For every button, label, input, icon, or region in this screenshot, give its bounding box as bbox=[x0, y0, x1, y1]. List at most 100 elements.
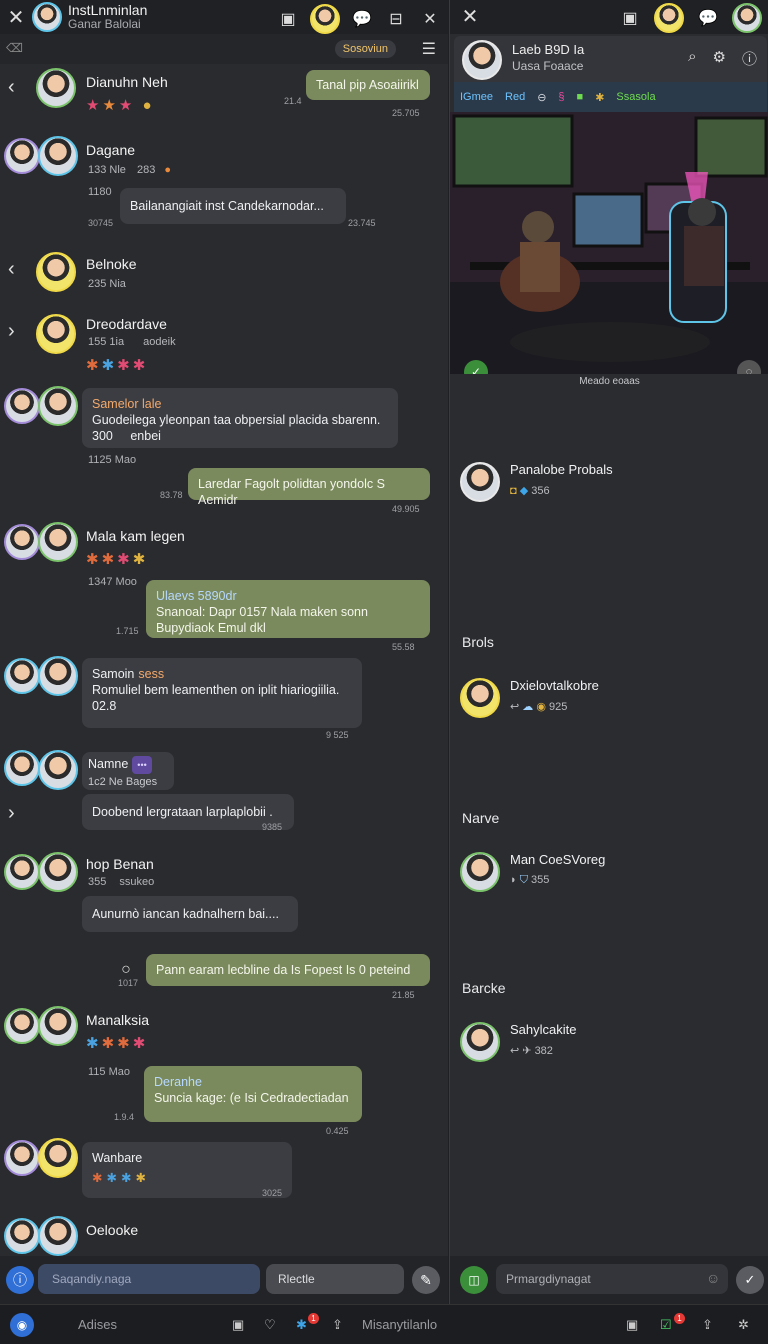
tab-circle-icon[interactable]: ⊖ bbox=[537, 91, 546, 104]
avatar[interactable] bbox=[4, 524, 40, 560]
contact-name[interactable]: Dxielovtalkobre bbox=[510, 678, 599, 693]
close-icon[interactable]: ✕ bbox=[0, 1, 32, 33]
settings-icon[interactable]: ⚙ bbox=[713, 48, 726, 69]
message-bubble[interactable]: Samelor lale Guodeilega yleonpan taa obp… bbox=[82, 388, 398, 448]
profile-avatar[interactable] bbox=[462, 40, 502, 80]
info-icon[interactable]: ⓘ bbox=[742, 48, 757, 69]
avatar[interactable] bbox=[38, 1138, 78, 1178]
hamburger-menu-icon[interactable]: ☰ bbox=[422, 39, 436, 59]
checkbox-icon[interactable]: ☑ bbox=[660, 1317, 672, 1333]
message-bubble-outgoing[interactable]: Pann earam lecbline da Is Fopest Is 0 pe… bbox=[146, 954, 430, 986]
settings-icon[interactable]: ✲ bbox=[738, 1317, 749, 1333]
avatar[interactable] bbox=[460, 852, 500, 892]
name-bubble[interactable]: Namne ••• 1c2 Ne Bages bbox=[82, 752, 174, 790]
gallery-icon[interactable]: ▣ bbox=[232, 1317, 244, 1333]
bubble-counts: 02.8 bbox=[92, 699, 117, 713]
avatar[interactable] bbox=[4, 1008, 40, 1044]
attach-icon[interactable]: ⓘ bbox=[6, 1266, 34, 1294]
close-icon[interactable]: ✕ bbox=[454, 0, 486, 32]
attach-icon[interactable]: ◫ bbox=[460, 1266, 488, 1294]
message-bubble-outgoing[interactable]: Deranhe Suncia kage: (e Isi Cedradectiad… bbox=[144, 1066, 362, 1122]
avatar[interactable] bbox=[36, 314, 76, 354]
message-bubble[interactable]: Samoin sess Romuliel bem leamenthen on ip… bbox=[82, 658, 362, 728]
message-bubble[interactable]: Wanbare ✱✱✱✱ bbox=[82, 1142, 292, 1198]
close-window-icon[interactable]: ✕ bbox=[418, 7, 442, 31]
chevron-right-icon[interactable]: › bbox=[8, 802, 15, 825]
tab-ssasola[interactable]: Ssasola bbox=[616, 91, 655, 103]
message-bubble-outgoing[interactable]: Laredar Fagolt polidtan yondolc S Aemidr bbox=[188, 468, 430, 507]
back-arrow-icon[interactable]: ⌫ bbox=[6, 41, 23, 55]
avatar[interactable] bbox=[38, 750, 78, 790]
message-bubble-outgoing[interactable]: Tanal pip Asoaiirikl bbox=[306, 70, 430, 100]
avatar[interactable] bbox=[38, 386, 78, 426]
participant-avatar[interactable] bbox=[732, 3, 762, 33]
time-stamp: 1.715 bbox=[116, 626, 139, 636]
avatar[interactable] bbox=[36, 68, 76, 108]
contact-name[interactable]: Panalobe Probals bbox=[510, 462, 613, 477]
avatar[interactable] bbox=[36, 252, 76, 292]
send-icon[interactable]: ✓ bbox=[736, 1266, 764, 1294]
reply-button[interactable]: Rlectle bbox=[266, 1264, 404, 1294]
avatar[interactable] bbox=[460, 1022, 500, 1062]
avatar[interactable] bbox=[4, 1140, 40, 1176]
notification-badge: 1 bbox=[308, 1313, 319, 1324]
meta-count: 355 bbox=[531, 874, 550, 886]
avatar[interactable] bbox=[4, 658, 40, 694]
chat-bubble-icon[interactable]: 💬 bbox=[350, 7, 374, 31]
gallery-icon[interactable]: ▣ bbox=[626, 1317, 638, 1333]
chat-avatar[interactable] bbox=[32, 2, 62, 32]
emoji-icon[interactable]: ☺ bbox=[706, 1270, 720, 1286]
chat-bubble-icon[interactable]: 💬 bbox=[696, 6, 720, 30]
share-icon[interactable]: ⇪ bbox=[702, 1317, 713, 1333]
screen-share-icon[interactable]: ▣ bbox=[618, 6, 642, 30]
avatar[interactable] bbox=[4, 138, 40, 174]
name-tag: sess bbox=[138, 667, 165, 681]
tab-green-icon[interactable]: ■ bbox=[577, 91, 584, 103]
tab-games[interactable]: IGmee bbox=[460, 91, 493, 103]
avatar[interactable] bbox=[38, 1006, 78, 1046]
avatar[interactable] bbox=[38, 852, 78, 892]
share-icon[interactable]: ⇪ bbox=[332, 1317, 343, 1333]
avatar[interactable] bbox=[4, 1218, 40, 1254]
chevron-left-icon[interactable]: ‹ bbox=[8, 258, 15, 281]
avatar[interactable] bbox=[38, 656, 78, 696]
status-badge[interactable]: Sosoviun bbox=[334, 40, 396, 58]
heart-icon[interactable]: ♡ bbox=[264, 1317, 276, 1333]
message-bubble[interactable]: Aunurnò iancan kadnalhern bai.... bbox=[82, 896, 298, 932]
tab-s-icon[interactable]: § bbox=[558, 91, 564, 103]
reaction-row: ✱✱✱✱ bbox=[86, 357, 149, 374]
minimize-icon[interactable]: ⊟ bbox=[384, 7, 408, 31]
participant-avatar[interactable] bbox=[654, 3, 684, 33]
avatar[interactable] bbox=[4, 854, 40, 890]
bottom-label-left[interactable]: Adises bbox=[78, 1317, 117, 1332]
message-bubble[interactable]: Bailanangiait inst Candekarnodar... bbox=[120, 188, 346, 224]
hat-icon: ◗ bbox=[510, 874, 517, 886]
avatar[interactable] bbox=[4, 750, 40, 786]
contact-name[interactable]: Man CoeSVoreg bbox=[510, 852, 605, 867]
contact-name[interactable]: Sahylcakite bbox=[510, 1022, 576, 1037]
star-icon[interactable]: ✱ bbox=[296, 1317, 307, 1333]
bottom-label-right[interactable]: Misanytilanlo bbox=[362, 1317, 437, 1332]
message-input[interactable]: Saqandiy.naga bbox=[38, 1264, 260, 1294]
tab-star-icon[interactable]: ✱ bbox=[595, 91, 604, 104]
avatar[interactable] bbox=[460, 678, 500, 718]
avatar[interactable] bbox=[38, 522, 78, 562]
chevron-right-icon[interactable]: › bbox=[8, 320, 15, 343]
avatar-group bbox=[36, 314, 76, 354]
chevron-left-icon[interactable]: ‹ bbox=[8, 76, 15, 99]
gaming-setup-image[interactable]: ✓ ◌ bbox=[450, 112, 768, 374]
bubble-counts: 300 enbei bbox=[92, 428, 388, 444]
avatar[interactable] bbox=[38, 136, 78, 176]
send-icon[interactable]: ✎ bbox=[412, 1266, 440, 1294]
avatar[interactable] bbox=[38, 1216, 78, 1256]
avatar[interactable] bbox=[4, 388, 40, 424]
message-bubble-outgoing[interactable]: Ulaevs 5890dr Snanoal: Dapr 0157 Nala ma… bbox=[146, 580, 430, 638]
tab-red[interactable]: Red bbox=[505, 91, 525, 103]
avatar[interactable] bbox=[460, 462, 500, 502]
home-icon[interactable]: ◉ bbox=[10, 1313, 34, 1337]
participant-avatar[interactable] bbox=[310, 4, 340, 34]
cloud-icon: ☁ bbox=[522, 701, 534, 713]
message-input[interactable]: Prmargdiynagat bbox=[496, 1264, 728, 1294]
search-icon[interactable]: ⌕ bbox=[688, 48, 696, 69]
screen-share-icon[interactable]: ▣ bbox=[276, 7, 300, 31]
